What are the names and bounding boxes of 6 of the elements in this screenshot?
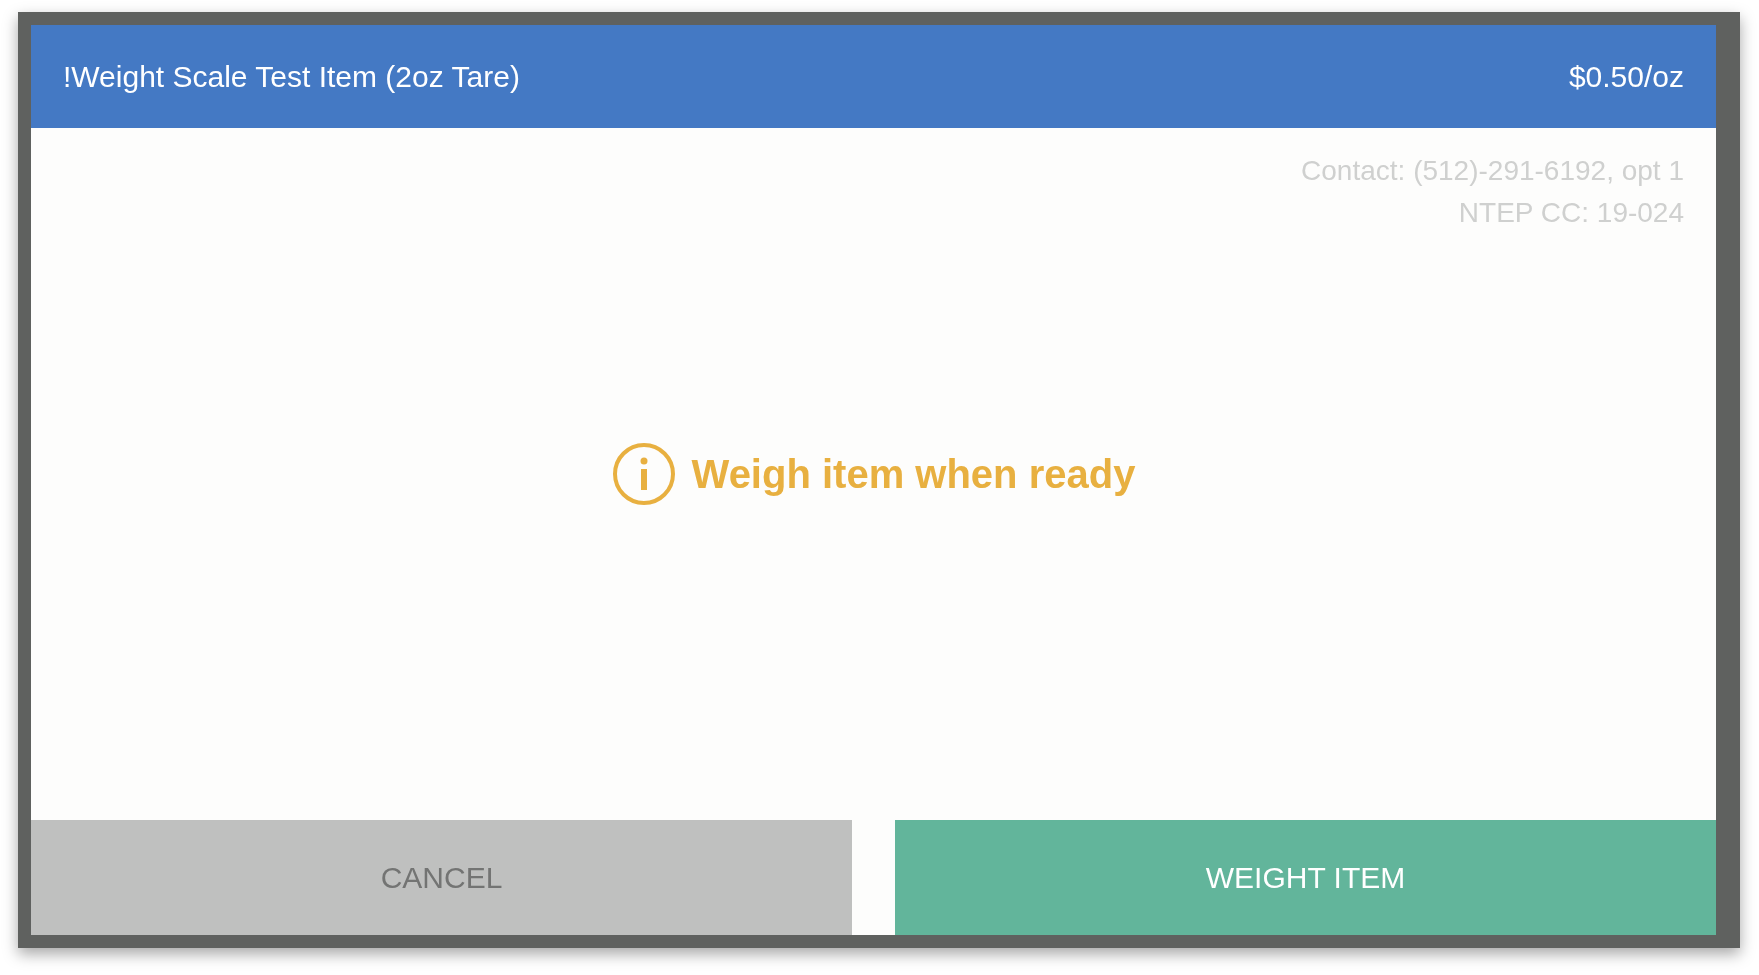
cancel-button[interactable]: CANCEL (31, 820, 852, 935)
item-title: !Weight Scale Test Item (2oz Tare) (63, 59, 520, 95)
status-message: Weigh item when ready (691, 451, 1136, 498)
info-icon (611, 442, 676, 506)
weigh-button[interactable]: WEIGHT ITEM (895, 820, 1716, 935)
item-price: $0.50/oz (1568, 59, 1684, 95)
